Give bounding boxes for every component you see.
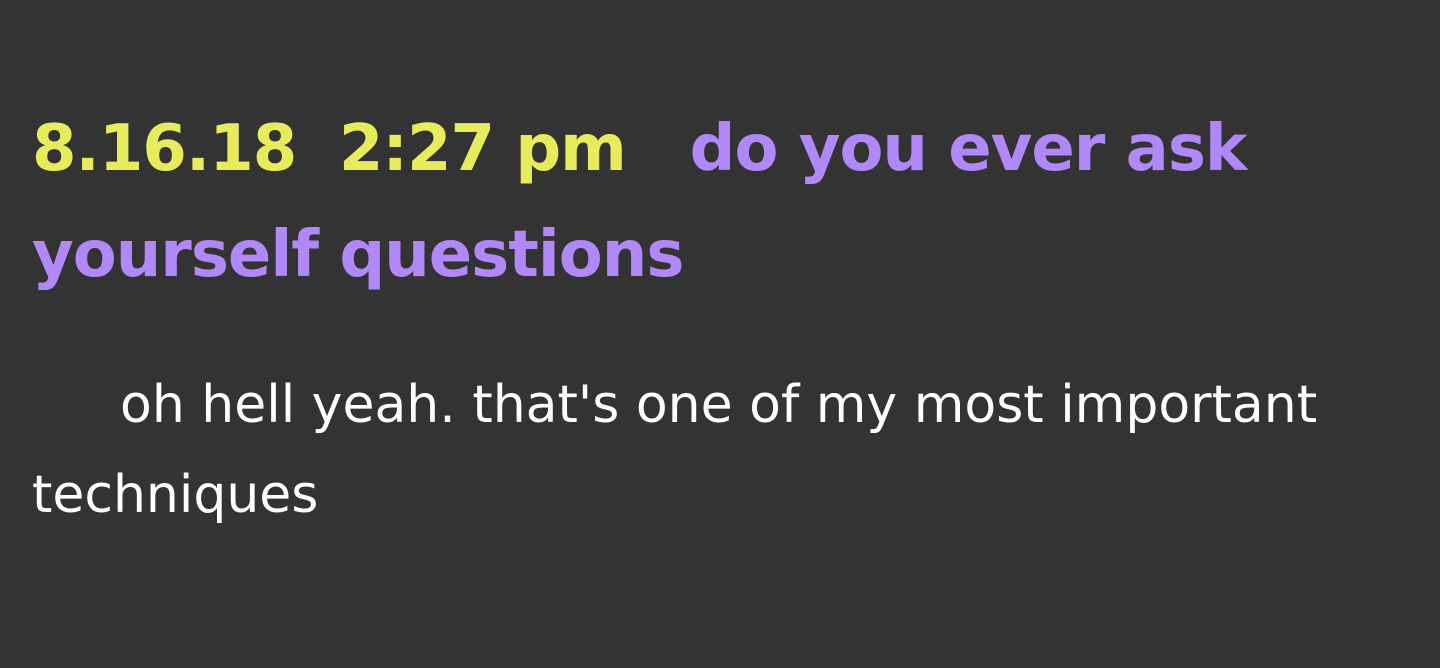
journal-entry: 8.16.18 2:27 pm do you ever ask yourself… [0, 0, 1440, 668]
entry-time: 2:27 pm [338, 112, 627, 186]
entry-answer: oh hell yeah. that's one of my most impo… [32, 375, 1318, 525]
entry-headline: 8.16.18 2:27 pm do you ever ask yourself… [32, 96, 1400, 308]
entry-date: 8.16.18 [32, 112, 297, 186]
